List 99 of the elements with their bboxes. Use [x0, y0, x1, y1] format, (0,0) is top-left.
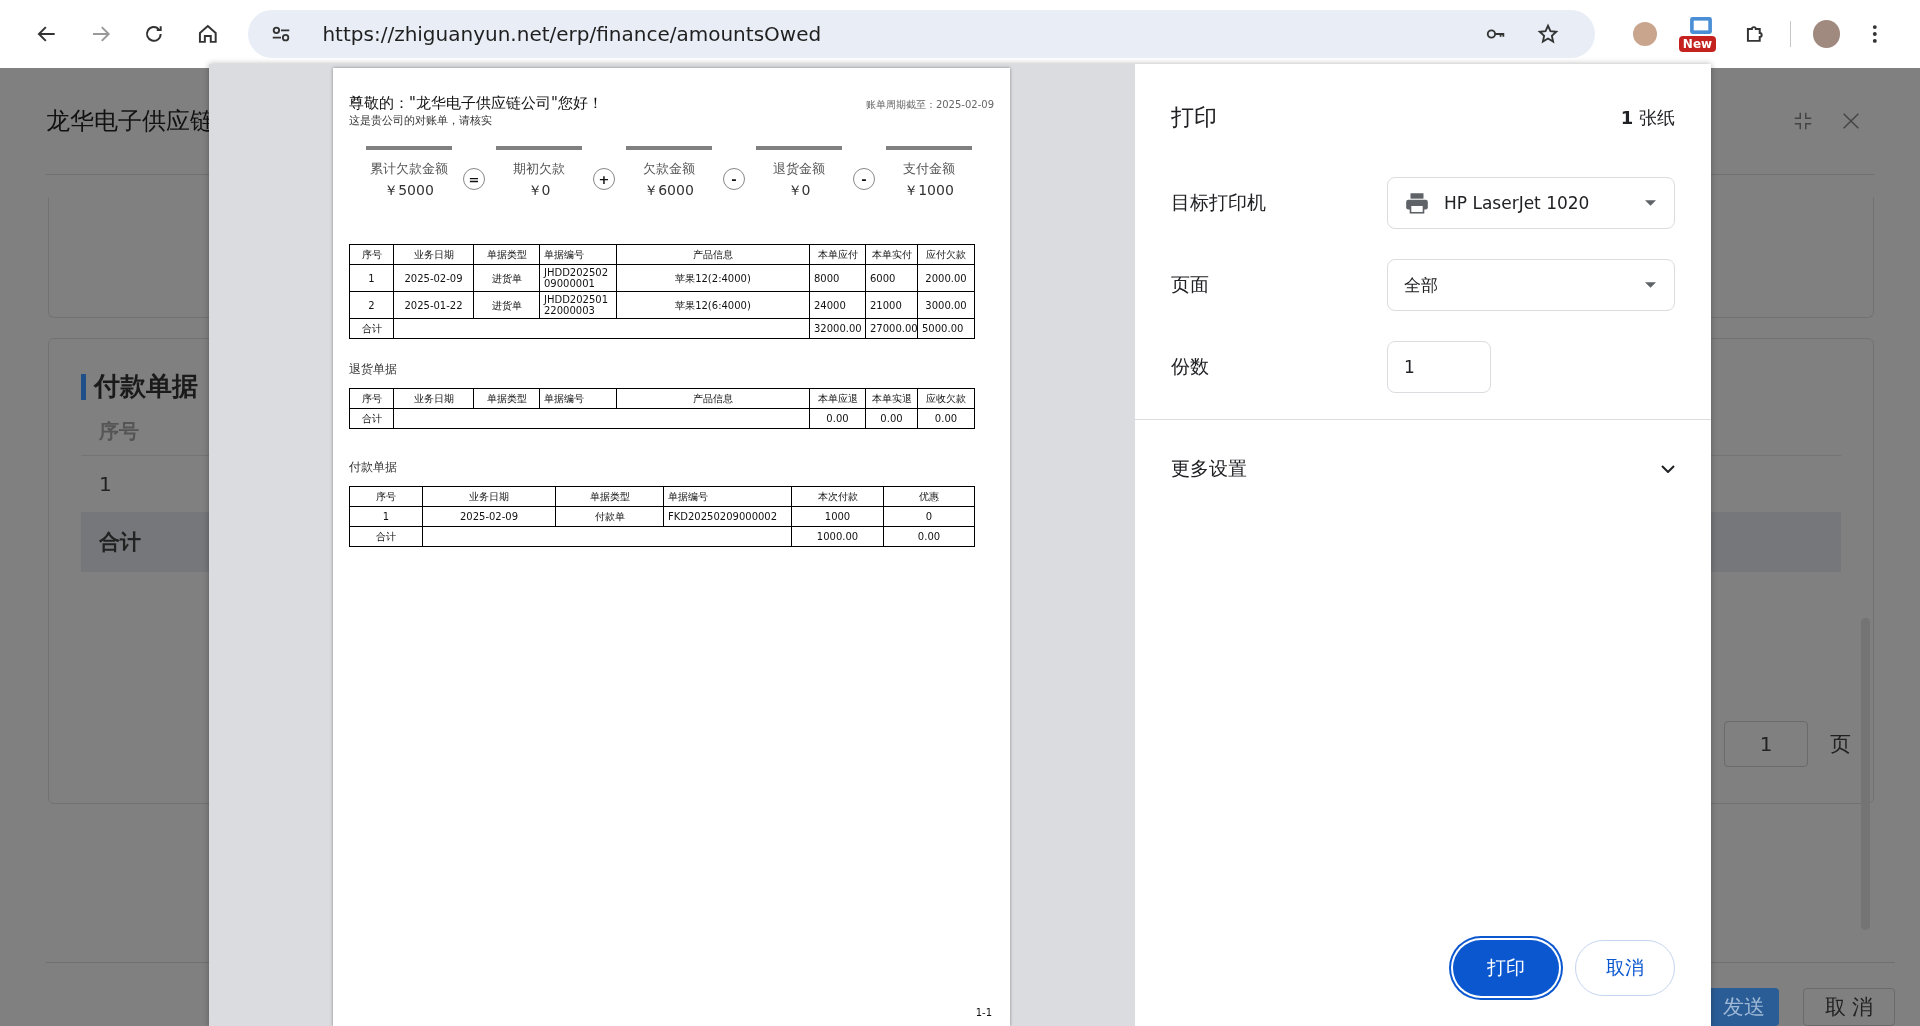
total-label: 合计 [99, 530, 141, 554]
table-cell: 合计 [349, 318, 394, 339]
table-cell: 32000.00 [809, 318, 866, 339]
sheet-count: 1 张纸 [1620, 105, 1675, 130]
table-cell: 2025-02-09 [422, 506, 556, 527]
cancel-button[interactable]: 取 消 [1803, 988, 1895, 1026]
caret-icon [1645, 282, 1656, 288]
column-header: 应收欠款 [917, 388, 975, 409]
table-cell: 6000 [865, 264, 918, 292]
summary-amount: ￥0 [527, 182, 551, 200]
column-header: 业务日期 [422, 486, 556, 507]
column-header: 单据类型 [473, 244, 540, 265]
address-bar[interactable]: https://zhiguanyun.net/erp/finance/amountsOwed [248, 10, 1596, 58]
column-header: 应付欠款 [917, 244, 975, 265]
column-header: 产品信息 [616, 388, 810, 409]
column-header: 本单应付 [809, 244, 866, 265]
close-icon[interactable] [1840, 110, 1862, 132]
column-header: 单据编号 [663, 486, 792, 507]
table-cell: 合计 [349, 526, 423, 547]
summary-amount: ￥5000 [384, 182, 434, 200]
cancel-button[interactable]: 取消 [1575, 940, 1675, 996]
setting-label: 份数 [1171, 354, 1210, 379]
table-cell: 1 [349, 506, 423, 527]
table-cell: 1 [349, 264, 394, 292]
page-input[interactable]: 1 [1724, 721, 1808, 767]
table-cell: 1000.00 [791, 526, 884, 547]
summary-amount: ￥6000 [644, 182, 694, 200]
table-cell-text: 1 [98, 471, 113, 498]
table-cell: 进货单 [473, 291, 540, 319]
extension-icon[interactable] [1689, 17, 1712, 34]
summary-label: 退货金额 [773, 160, 825, 178]
column-header: 本单应退 [809, 388, 866, 409]
setting-label: 目标打印机 [1171, 190, 1267, 215]
table-cell: 苹果12(2:4000) [616, 264, 810, 292]
dialog-title: 打印 [1171, 103, 1217, 132]
table-cell: 2025-02-09 [393, 264, 474, 292]
user-avatar[interactable] [1812, 20, 1841, 48]
column-header: 序号 [349, 486, 423, 507]
table-cell: 0.00 [917, 408, 975, 429]
table-cell: 合计 [349, 408, 394, 429]
dropdown[interactable]: 全部 [1387, 259, 1675, 311]
summary-amount: ￥0 [787, 182, 811, 200]
column-header: 优惠 [883, 486, 975, 507]
table-cell: JHDD20250209000001 [539, 264, 617, 292]
column-header: 本单实退 [865, 388, 918, 409]
summary-label: 欠款金额 [643, 160, 695, 178]
summary-label: 累计欠款金额 [370, 160, 448, 178]
column-header: 单据类型 [473, 388, 540, 409]
table-cell: 21000 [865, 291, 918, 319]
column-header: 业务日期 [393, 244, 474, 265]
table-cell: 3000.00 [917, 291, 975, 319]
table-cell: JHDD20250122000003 [539, 291, 617, 319]
summary-label: 期初欠款 [513, 160, 565, 178]
subtitle: 这是贵公司的对账单，请核实 [349, 113, 493, 128]
column-header: 单据编号 [539, 244, 617, 265]
table-cell: 0.00 [883, 526, 975, 547]
collapse-icon[interactable] [1792, 110, 1814, 132]
section-marker [81, 373, 86, 400]
column-header: 单据类型 [555, 486, 664, 507]
setting-label: 页面 [1171, 272, 1210, 297]
section-title: 付款单据 [94, 370, 198, 403]
table-title: 付款单据 [349, 459, 398, 476]
table-cell: 2000.00 [917, 264, 975, 292]
table-cell: 苹果12(6:4000) [616, 291, 810, 319]
summary-amount: ￥1000 [904, 182, 954, 200]
column-header: 序号 [349, 244, 394, 265]
table-cell: 1000 [791, 506, 884, 527]
period-date: 账单周期截至：2025-02-09 [865, 98, 994, 112]
star-icon[interactable] [1537, 23, 1560, 45]
page-unit: 页 [1830, 731, 1851, 758]
table-cell: 8000 [809, 264, 866, 292]
table-cell: 进货单 [473, 264, 540, 292]
printer-icon [1404, 190, 1430, 216]
new-badge: New [1678, 36, 1717, 52]
table-cell: 付款单 [555, 506, 664, 527]
greeting: 尊敬的："龙华电子供应链公司"您好！ [349, 94, 603, 113]
dropdown[interactable]: HP LaserJet 1020 [1387, 177, 1675, 229]
table-cell: 0.00 [809, 408, 866, 429]
table-cell: 2 [349, 291, 394, 319]
column-header: 产品信息 [616, 244, 810, 265]
url-text: https://zhiguanyun.net/erp/finance/amountsOwed [322, 22, 822, 46]
column-header: 单据编号 [539, 388, 617, 409]
table-title: 退货单据 [349, 361, 398, 378]
table-cell: FKD20250209000002 [663, 506, 792, 527]
table-cell: 27000.00 [865, 318, 918, 339]
caret-icon [1645, 200, 1656, 206]
table-cell: 24000 [809, 291, 866, 319]
table-cell: 2025-01-22 [393, 291, 474, 319]
summary-label: 支付金额 [903, 160, 955, 178]
table-cell: 0 [883, 506, 975, 527]
column-header: 本次付款 [791, 486, 884, 507]
column-header: 业务日期 [393, 388, 474, 409]
more-settings[interactable]: 更多设置 [1171, 456, 1675, 482]
table-cell: 0.00 [865, 408, 918, 429]
table-cell: 5000.00 [917, 318, 975, 339]
copies-field[interactable]: 1 [1387, 341, 1491, 393]
column-header: 序号 [349, 388, 394, 409]
column-header: 本单实付 [865, 244, 918, 265]
page-number: 1-1 [974, 1007, 993, 1018]
